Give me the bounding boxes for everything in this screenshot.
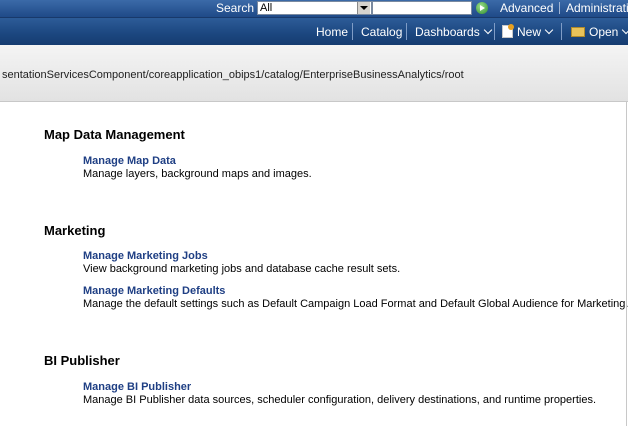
nav-divider (406, 23, 407, 40)
nav-dashboards[interactable]: Dashboards (415, 25, 492, 39)
nav-open-label: Open (589, 25, 619, 39)
manage-bi-publisher-link[interactable]: Manage BI Publisher (83, 381, 191, 393)
new-document-icon (502, 24, 514, 38)
section-title-map-data-management: Map Data Management (44, 127, 185, 142)
nav-divider (561, 23, 562, 40)
manage-marketing-jobs-desc: View background marketing jobs and datab… (83, 263, 401, 275)
search-scope-value: All (260, 2, 273, 14)
content-border (626, 101, 627, 426)
nav-bar: Home Catalog Dashboards New Open (0, 18, 628, 45)
header-divider (559, 2, 560, 14)
chevron-down-icon (483, 25, 492, 35)
manage-bi-publisher-desc: Manage BI Publisher data sources, schedu… (83, 394, 597, 406)
administration-link[interactable]: Administratio (566, 1, 628, 15)
search-input[interactable] (372, 1, 472, 15)
nav-dashboards-label: Dashboards (415, 25, 480, 39)
section-title-marketing: Marketing (44, 223, 106, 238)
manage-marketing-jobs-link[interactable]: Manage Marketing Jobs (83, 250, 208, 262)
chevron-down-icon (544, 25, 554, 35)
folder-icon (571, 27, 585, 37)
nav-new[interactable]: New (502, 24, 554, 39)
advanced-search-link[interactable]: Advanced (500, 1, 553, 15)
nav-new-label: New (517, 25, 542, 39)
search-label: Search (216, 1, 255, 15)
nav-catalog[interactable]: Catalog (361, 25, 402, 39)
search-go-icon[interactable] (476, 2, 488, 14)
dropdown-arrow-icon[interactable] (357, 2, 370, 14)
nav-home[interactable]: Home (316, 25, 348, 39)
nav-open[interactable]: Open (571, 25, 628, 39)
search-scope-select[interactable]: All (257, 1, 372, 15)
manage-marketing-defaults-link[interactable]: Manage Marketing Defaults (83, 285, 225, 297)
global-header-bar: Search All Advanced Administratio (0, 0, 628, 18)
nav-divider (494, 23, 495, 40)
section-title-bi-publisher: BI Publisher (44, 353, 120, 368)
chevron-down-icon (622, 25, 628, 35)
catalog-path: sentationServicesComponent/coreapplicati… (2, 69, 464, 81)
manage-map-data-desc: Manage layers, background maps and image… (83, 168, 312, 180)
manage-marketing-defaults-desc: Manage the default settings such as Defa… (83, 298, 628, 310)
manage-map-data-link[interactable]: Manage Map Data (83, 155, 176, 167)
catalog-path-bar: sentationServicesComponent/coreapplicati… (0, 45, 628, 102)
nav-divider (352, 23, 353, 40)
